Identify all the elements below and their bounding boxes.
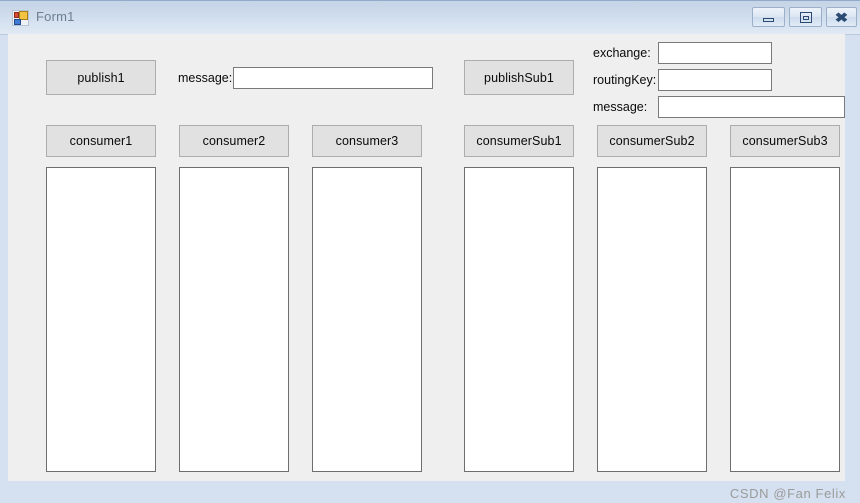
routingkey-label: routingKey:: [593, 73, 657, 87]
winforms-icon: [12, 10, 29, 26]
consumerSub3-button[interactable]: consumerSub3: [730, 125, 840, 157]
publishSub1-button[interactable]: publishSub1: [464, 60, 574, 95]
message-input-left[interactable]: [233, 67, 433, 89]
consumer2-button[interactable]: consumer2: [179, 125, 289, 157]
restore-icon: [790, 8, 821, 26]
maximize-button[interactable]: [789, 7, 822, 27]
consumerSub1-button[interactable]: consumerSub1: [464, 125, 574, 157]
consumer1-list[interactable]: [46, 167, 156, 472]
routingkey-input[interactable]: [658, 69, 772, 91]
message-input-right[interactable]: [658, 96, 845, 118]
close-button[interactable]: ✖: [826, 7, 857, 27]
form-client-area: publish1 message: consumer1 consumer2 co…: [8, 34, 845, 481]
application-window: Form1 ✖ publish1 message: consumer1 cons…: [0, 0, 860, 503]
consumerSub2-button[interactable]: consumerSub2: [597, 125, 707, 157]
winforms-icon-blue-square: [14, 19, 21, 25]
exchange-input[interactable]: [658, 42, 772, 64]
consumer3-list[interactable]: [312, 167, 422, 472]
exchange-label: exchange:: [593, 46, 651, 60]
consumerSub2-list[interactable]: [597, 167, 707, 472]
window-title: Form1: [36, 9, 75, 24]
publish1-button[interactable]: publish1: [46, 60, 156, 95]
minimize-icon: [753, 8, 784, 26]
consumer1-button[interactable]: consumer1: [46, 125, 156, 157]
consumer3-button[interactable]: consumer3: [312, 125, 422, 157]
title-bar[interactable]: Form1 ✖: [0, 1, 860, 35]
consumer2-list[interactable]: [179, 167, 289, 472]
consumerSub1-list[interactable]: [464, 167, 574, 472]
minimize-button[interactable]: [752, 7, 785, 27]
message-label-left: message:: [178, 71, 233, 85]
message-label-right: message:: [593, 100, 648, 114]
watermark-text: CSDN @Fan Felix: [729, 486, 846, 501]
close-icon: ✖: [834, 9, 849, 25]
consumerSub3-list[interactable]: [730, 167, 840, 472]
